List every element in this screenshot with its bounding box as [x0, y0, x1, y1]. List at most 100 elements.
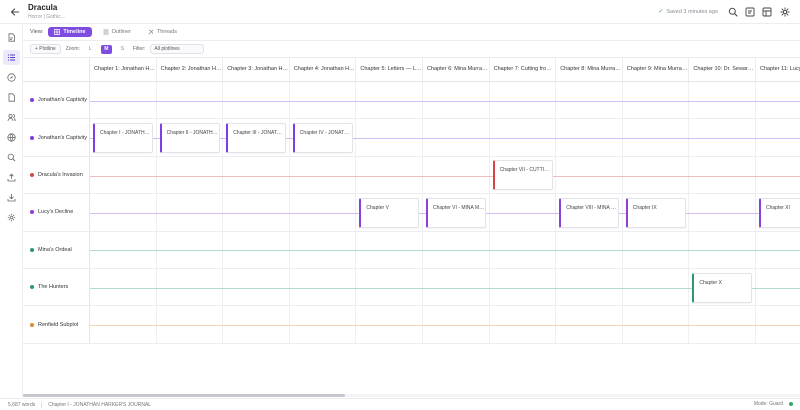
plotline-row-header[interactable]: Renfield Subplot	[23, 306, 90, 344]
rail-upload-button[interactable]	[3, 170, 20, 185]
scene-card[interactable]: Chapter I - JONATHAN HARKER'S JOURNAL	[93, 122, 153, 153]
chapter-column-header[interactable]: Chapter 4: Jonathan Harker's Journal	[289, 58, 357, 82]
gear-icon	[7, 213, 16, 222]
app-header: Dracula Horror | Gothic... ✓ Saved 3 min…	[0, 0, 800, 24]
upload-icon	[7, 173, 16, 182]
view-label: View:	[30, 29, 44, 35]
chapter-column-header[interactable]: Chapter 6: Mina Murray's Journal	[423, 58, 490, 82]
chapter-column-header[interactable]: Chapter 8: Mina Murray's Journal	[556, 58, 623, 82]
plotline-name: Lucy's Decline	[38, 209, 74, 216]
chapter-column-header[interactable]: Chapter 1: Jonathan Harker's Journal	[90, 58, 157, 82]
timeline-toolbar: + Plotline Zoom: L M S Filter: All plotl…	[23, 41, 800, 58]
plotline-row-header[interactable]: The Hunters	[23, 269, 90, 307]
rail-characters-button[interactable]	[3, 110, 20, 125]
scene-card[interactable]: Chapter II - JONATHAN HARKER'S JOURNAL	[159, 122, 220, 153]
save-status-text: Saved 3 minutes ago	[666, 8, 718, 15]
scene-card[interactable]: Chapter X	[692, 272, 753, 303]
zoom-label: Zoom:	[65, 46, 80, 52]
chapter-column-header[interactable]: Chapter 2: Jonathan Harker's Journal	[156, 58, 224, 82]
scene-card[interactable]: Chapter VI - MINA MURRAY'S JOURNAL	[426, 197, 486, 228]
plotline-color-dot	[30, 285, 34, 290]
rail-download-button[interactable]	[3, 190, 20, 205]
rail-document-button[interactable]	[3, 30, 20, 45]
scrollbar-thumb[interactable]	[23, 394, 345, 397]
panel-button[interactable]	[761, 6, 772, 17]
plotline-name: Renfield Subplot	[38, 321, 79, 328]
document-title: Dracula	[28, 3, 58, 12]
scene-card[interactable]: Chapter V	[359, 197, 420, 228]
rail-files-button[interactable]	[3, 90, 20, 105]
chapter-column-header[interactable]: Chapter 5: Letters — Lucy and Mina	[356, 58, 423, 82]
plotline-row-header[interactable]: Jonathan's Captivity	[23, 119, 90, 157]
plotline-row-header[interactable]: Lucy's Decline	[23, 194, 90, 232]
plotline-row-header[interactable]: Jonathan's Captivity	[23, 82, 90, 120]
check-icon: ✓	[658, 9, 664, 15]
plotline-color-dot	[30, 172, 34, 177]
scene-card[interactable]: Chapter III - JONATHAN HARKER'S JOURNAL	[226, 122, 287, 153]
rail-settings-button[interactable]	[3, 210, 20, 225]
filter-select[interactable]: All plotlines	[150, 44, 205, 54]
filter-label: Filter:	[132, 46, 146, 52]
plotline-track	[90, 175, 800, 177]
scene-card[interactable]: Chapter VII - CUTTING FROM THE DAILYGRAP…	[492, 160, 553, 191]
plotline-name: Dracula's Invasion	[38, 171, 83, 178]
plotline-row-header[interactable]: Mina's Ordeal	[23, 231, 90, 269]
scene-card[interactable]: Chapter IV - JONATHAN HARKER'S JOURNAL	[292, 122, 353, 153]
chapter-column-header[interactable]: Chapter 11: Lucy Westenra's Diary	[756, 58, 800, 82]
chapter-column-header[interactable]: Chapter 3: Jonathan Harker's Journal	[223, 58, 290, 82]
chapter-column-header[interactable]: Chapter 10: Dr. Seward's Diary	[689, 58, 756, 82]
status-dot-icon	[789, 402, 793, 406]
add-plotline-button[interactable]: + Plotline	[30, 44, 61, 54]
plotline-color-dot	[30, 247, 34, 252]
grid-icon	[54, 29, 61, 35]
plotline-name: Jonathan's Captivity	[38, 97, 88, 104]
view-bar: View: Timeline Outliner Threads	[23, 24, 800, 41]
rail-compass-button[interactable]	[3, 70, 20, 85]
rail-search-button[interactable]	[3, 150, 20, 165]
scene-card[interactable]: Chapter XI	[759, 197, 800, 228]
document-icon	[8, 33, 15, 42]
arrow-left-icon	[10, 8, 20, 16]
rail-world-button[interactable]	[3, 130, 20, 145]
chapter-column-header[interactable]: Chapter 7: Cutting from The Dailygraph	[489, 58, 557, 82]
zoom-large-option[interactable]: L	[85, 45, 96, 54]
zoom-medium-option[interactable]: M	[100, 44, 112, 54]
export-icon	[745, 7, 754, 16]
view-outliner-label: Outliner	[111, 29, 131, 35]
zoom-small-option[interactable]: S	[117, 45, 128, 54]
document-subtitle: Horror | Gothic...	[28, 14, 65, 20]
export-button[interactable]	[744, 6, 755, 17]
search-button[interactable]	[727, 6, 738, 17]
view-timeline-label: Timeline	[63, 29, 86, 35]
rail-outline-button[interactable]	[3, 50, 20, 65]
left-rail	[0, 24, 23, 398]
compass-icon	[7, 73, 16, 82]
settings-button[interactable]	[779, 6, 790, 17]
scene-card[interactable]: Chapter VIII - MINA MURRAY'S JOURNAL	[559, 197, 620, 228]
plotline-row-header[interactable]: Dracula's Invasion	[23, 156, 90, 195]
mode-status: Mode: Guard	[753, 401, 783, 407]
download-icon	[7, 194, 16, 202]
back-button[interactable]	[9, 6, 21, 18]
view-timeline-button[interactable]: Timeline	[48, 27, 92, 37]
file-icon	[8, 93, 15, 102]
view-outliner-button[interactable]: Outliner	[97, 27, 137, 37]
plotline-name: Mina's Ordeal	[38, 246, 72, 253]
plotline-color-dot	[30, 322, 34, 327]
current-chapter: Chapter I - JONATHAN HARKER'S JOURNAL	[48, 401, 152, 408]
scene-card[interactable]: Chapter IX	[625, 197, 686, 228]
chapter-column-header[interactable]: Chapter 9: Mina Murray's Journal	[622, 58, 690, 82]
word-count: 5,687 words	[8, 401, 36, 408]
list-icon	[8, 54, 15, 61]
view-threads-button[interactable]: Threads	[142, 27, 183, 37]
plotline-color-dot	[30, 210, 34, 215]
gear-icon	[779, 6, 790, 17]
plotline-track	[90, 325, 800, 327]
save-status: ✓ Saved 3 minutes ago	[658, 8, 718, 16]
search-icon	[728, 7, 738, 17]
users-icon	[7, 113, 16, 122]
document-title-block: Dracula Horror | Gothic...	[28, 3, 65, 21]
status-bar: 5,687 words Chapter I - JONATHAN HARKER'…	[0, 398, 800, 410]
horizontal-scrollbar[interactable]	[23, 394, 800, 397]
plotline-track	[90, 250, 800, 252]
